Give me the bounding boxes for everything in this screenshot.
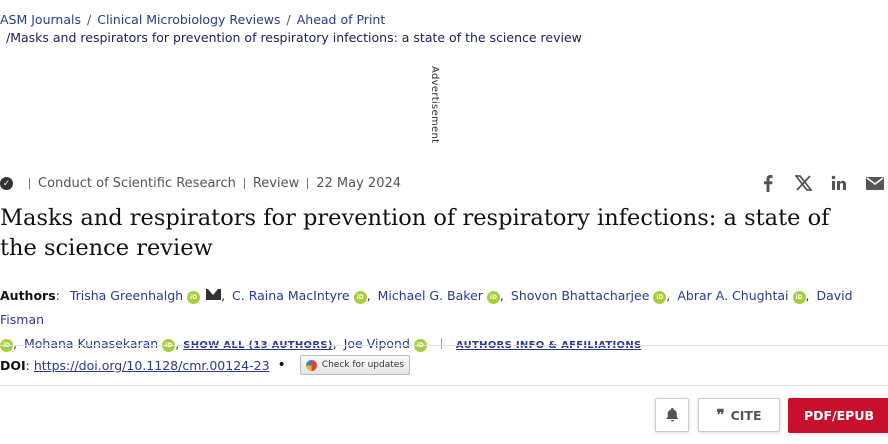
divider [0,345,888,346]
divider [0,385,888,386]
x-twitter-icon[interactable] [794,174,812,192]
article-type: Review [252,176,300,191]
meta-divider [29,178,30,189]
author-link[interactable]: Michael G. Baker [378,288,483,303]
article-date: 22 May 2024 [316,176,402,191]
quote-icon: ❞ [716,406,725,424]
pdf-epub-button-label: PDF/EPUB [803,408,875,423]
crossmark-icon [305,359,317,371]
cite-button-label: CITE [730,407,762,423]
authors-divider [440,338,442,349]
doi-row: DOI: https://doi.org/10.1128/cmr.00124-2… [0,355,410,375]
author-link[interactable]: Trisha Greenhalgh [70,288,183,303]
email-share-icon[interactable] [866,174,884,192]
author-link[interactable]: C. Raina MacIntyre [232,288,350,303]
breadcrumb-current: /Masks and respirators for prevention of… [6,30,582,45]
breadcrumb-ahead-of-print[interactable]: Ahead of Print [297,12,386,27]
meta-divider [243,178,245,189]
share-bar [760,174,884,192]
orcid-icon[interactable]: iD [792,291,806,304]
author-link[interactable]: Mohana Kunasekaran [24,336,158,351]
breadcrumb-clinical-microbiology-reviews[interactable]: Clinical Microbiology Reviews [97,12,280,27]
author-link[interactable]: Abrar A. Chughtai [677,288,788,303]
orcid-icon[interactable]: iD [486,291,500,304]
check-for-updates-button[interactable]: Check for updates [299,355,410,375]
check-for-updates-label: Check for updates [321,360,404,370]
advertisement-slot: Advertisement [426,66,442,144]
doi-link[interactable]: https://doi.org/10.1128/cmr.00124-23 [34,358,270,373]
advertisement-label: Advertisement [429,66,440,144]
breadcrumb-current-label: Masks and respirators for prevention of … [10,30,582,45]
author-link[interactable]: Shovon Bhattacharjee [511,288,650,303]
email-icon[interactable] [206,289,222,300]
article-category[interactable]: Conduct of Scientific Research [38,176,236,191]
alert-bell-button[interactable] [655,398,689,432]
doi-label: DOI [0,357,26,373]
meta-divider [307,178,309,189]
article-meta: ✓ Conduct of Scientific Research Review … [0,176,401,191]
breadcrumb-asm-journals[interactable]: ASM Journals [0,12,81,27]
bullet-separator: • [277,357,286,373]
orcid-icon[interactable]: iD [353,291,367,304]
breadcrumb: ASM Journals / Clinical Microbiology Revie… [0,12,386,27]
bell-icon [665,408,678,422]
authors-block: Authors: Trisha Greenhalgh iD, C. Raina M… [0,288,853,352]
orcid-icon[interactable]: iD [187,291,201,304]
author-link[interactable]: Joe Vipond [344,336,410,351]
article-title: Masks and respirators for prevention of … [0,205,830,261]
authors-label: Authors [0,288,56,303]
pdf-epub-button[interactable]: PDF/EPUB [788,398,888,433]
check-circle-icon: ✓ [0,177,13,190]
facebook-icon[interactable] [760,174,776,192]
orcid-icon[interactable]: iD [653,291,667,304]
linkedin-icon[interactable] [830,174,848,192]
cite-button[interactable]: ❞ CITE [698,398,780,432]
